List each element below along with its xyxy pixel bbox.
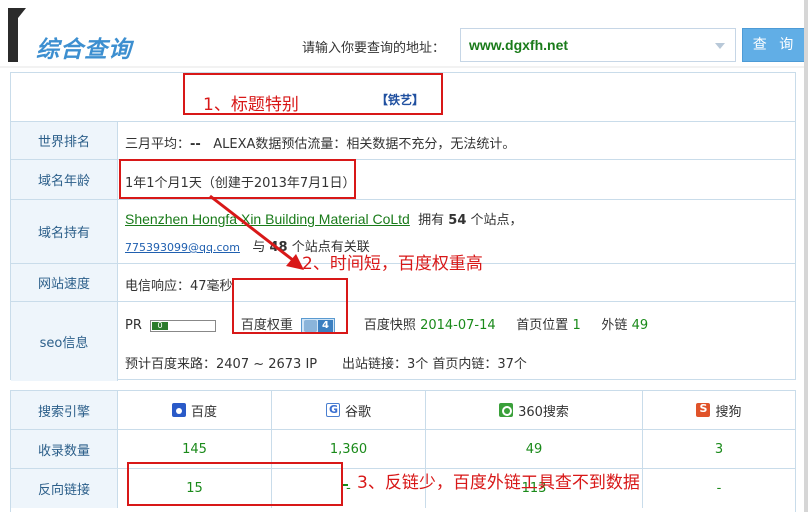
annotation-note-3: 3、反链少，百度外链工具查不到数据 — [357, 473, 640, 493]
backlink-dash-mark — [343, 484, 348, 486]
annotation-box-backlinks — [127, 462, 343, 506]
right-edge-strip — [804, 0, 808, 512]
annotation-note-2: 2、时间短，百度权重高 — [302, 254, 483, 274]
